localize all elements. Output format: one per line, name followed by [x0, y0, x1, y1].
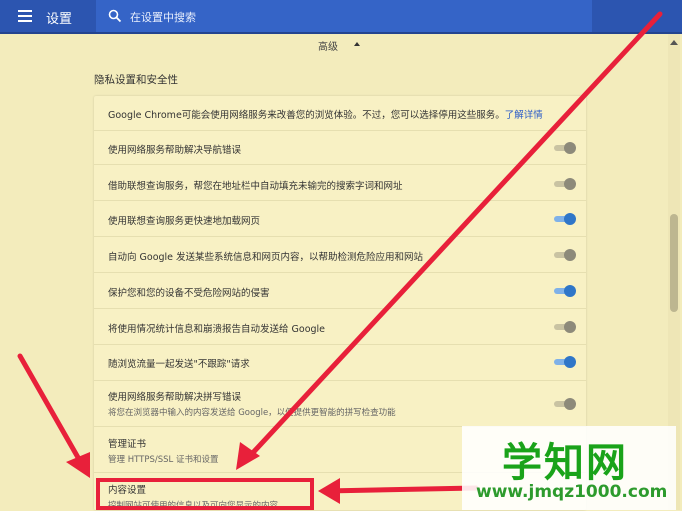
advanced-toggle[interactable]: 高级: [318, 38, 338, 53]
privacy-intro: Google Chrome可能会使用网络服务来改善您的浏览体验。不过，您可以选择…: [108, 107, 578, 121]
search-box[interactable]: [96, 0, 592, 32]
watermark: 学知网 www.jmqz1000.com: [462, 426, 676, 510]
setting-row-do-not-track[interactable]: 随浏览流量一起发送"不跟踪"请求: [108, 356, 578, 370]
toggle-autocomplete[interactable]: [552, 178, 576, 190]
highlight-box: [96, 478, 314, 510]
setting-label: 保护您和您的设备不受危险网站的侵害: [108, 288, 270, 299]
setting-label: 使用联想查询服务更快速地加载网页: [108, 216, 261, 227]
divider: [94, 272, 586, 273]
setting-row-navigation-errors[interactable]: 使用网络服务帮助解决导航错误: [108, 142, 578, 156]
setting-label: 使用网络服务帮助解决拼写错误: [108, 392, 242, 403]
setting-label: 自动向 Google 发送某些系统信息和网页内容，以帮助检测危险应用和网站: [108, 252, 424, 263]
toggle-usage-stats[interactable]: [552, 321, 576, 333]
divider: [94, 164, 586, 165]
setting-row-usage-stats[interactable]: 将使用情况统计信息和崩溃报告自动发送给 Google: [108, 321, 578, 335]
divider: [94, 236, 586, 237]
page-title: 设置: [46, 12, 73, 27]
setting-description: 将您在浏览器中输入的内容发送给 Google，以便提供更智能的拼写检查功能: [108, 408, 396, 418]
top-bar: 设置: [0, 0, 682, 34]
setting-label: 随浏览流量一起发送"不跟踪"请求: [108, 359, 250, 370]
toggle-navigation-errors[interactable]: [552, 142, 576, 154]
setting-row-autocomplete[interactable]: 借助联想查询服务，帮您在地址栏中自动填充未输完的搜索字词和网址: [108, 178, 578, 192]
setting-row-safe-browsing[interactable]: 保护您和您的设备不受危险网站的侵害: [108, 285, 578, 299]
search-input[interactable]: [128, 6, 572, 28]
toggle-do-not-track[interactable]: [552, 356, 576, 368]
toggle-safe-browsing[interactable]: [552, 285, 576, 297]
scroll-thumb[interactable]: [670, 214, 678, 312]
divider: [94, 344, 586, 345]
setting-row-prefetch[interactable]: 使用联想查询服务更快速地加载网页: [108, 213, 578, 227]
toggle-spelling[interactable]: [552, 398, 576, 410]
divider: [94, 308, 586, 309]
setting-label: 将使用情况统计信息和崩溃报告自动发送给 Google: [108, 324, 326, 335]
caret-up-icon[interactable]: [354, 42, 360, 46]
arrow-left: [17, 353, 87, 471]
arrowhead-icon: [66, 452, 90, 478]
setting-label: 使用网络服务帮助解决导航错误: [108, 145, 242, 156]
search-icon: [108, 9, 122, 23]
watermark-url: www.jmqz1000.com: [476, 482, 668, 502]
setting-label: 借助联想查询服务，帮您在地址栏中自动填充未输完的搜索字词和网址: [108, 181, 403, 192]
learn-more-link[interactable]: 了解详情: [505, 110, 543, 121]
setting-row-safe-browsing-reports[interactable]: 自动向 Google 发送某些系统信息和网页内容，以帮助检测危险应用和网站: [108, 249, 578, 263]
watermark-logo: 学知网: [502, 440, 628, 486]
privacy-intro-text: Google Chrome可能会使用网络服务来改善您的浏览体验。不过，您可以选择…: [108, 110, 505, 121]
setting-label: 管理证书: [108, 439, 147, 450]
hamburger-menu-icon[interactable]: [18, 10, 32, 22]
divider: [94, 380, 586, 381]
toggle-safe-browsing-reports[interactable]: [552, 249, 576, 261]
scroll-up-arrow-icon[interactable]: [670, 40, 678, 45]
divider: [94, 130, 586, 131]
toggle-prefetch[interactable]: [552, 213, 576, 225]
divider: [94, 200, 586, 201]
privacy-section-title: 隐私设置和安全性: [94, 74, 178, 86]
setting-row-spelling[interactable]: 使用网络服务帮助解决拼写错误 将您在浏览器中输入的内容发送给 Google，以便…: [108, 389, 578, 418]
